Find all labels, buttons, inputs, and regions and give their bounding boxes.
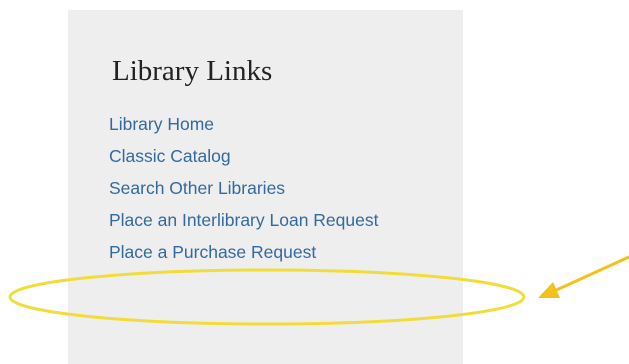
purchase-request-link[interactable]: Place a Purchase Request <box>109 242 409 262</box>
classic-catalog-link[interactable]: Classic Catalog <box>109 146 409 166</box>
list-item: Search Other Libraries <box>109 178 409 198</box>
list-item: Place an Interlibrary Loan Request <box>109 210 409 230</box>
screenshot-canvas: Library Links Library Home Classic Catal… <box>0 0 629 364</box>
interlibrary-loan-request-link[interactable]: Place an Interlibrary Loan Request <box>109 210 409 230</box>
library-home-link[interactable]: Library Home <box>109 114 409 134</box>
list-item: Classic Catalog <box>109 146 409 166</box>
panel-title: Library Links <box>112 55 273 87</box>
list-item: Library Home <box>109 114 409 134</box>
arrow-icon <box>538 255 629 298</box>
search-other-libraries-link[interactable]: Search Other Libraries <box>109 178 409 198</box>
library-links-list: Library Home Classic Catalog Search Othe… <box>109 114 409 274</box>
library-links-panel: Library Links Library Home Classic Catal… <box>68 10 463 364</box>
list-item: Place a Purchase Request <box>109 242 409 262</box>
